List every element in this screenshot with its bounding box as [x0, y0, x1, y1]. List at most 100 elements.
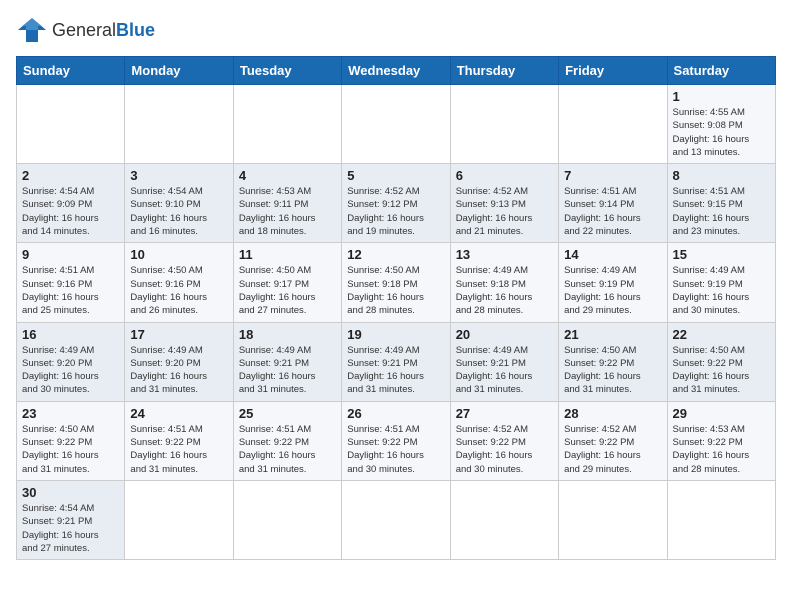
day-number: 8	[673, 168, 770, 183]
weekday-header-tuesday: Tuesday	[233, 57, 341, 85]
calendar-cell	[559, 480, 667, 559]
day-info: Sunrise: 4:52 AM Sunset: 9:12 PM Dayligh…	[347, 185, 444, 238]
calendar-row-3: 16 Sunrise: 4:49 AM Sunset: 9:20 PM Dayli…	[17, 322, 776, 401]
day-number: 12	[347, 247, 444, 262]
calendar-cell: 18 Sunrise: 4:49 AM Sunset: 9:21 PM Dayli…	[233, 322, 341, 401]
day-info: Sunrise: 4:49 AM Sunset: 9:20 PM Dayligh…	[22, 344, 119, 397]
calendar-cell	[342, 480, 450, 559]
day-number: 28	[564, 406, 661, 421]
day-number: 19	[347, 327, 444, 342]
calendar-cell: 17 Sunrise: 4:49 AM Sunset: 9:20 PM Dayli…	[125, 322, 233, 401]
calendar-cell	[667, 480, 775, 559]
day-info: Sunrise: 4:49 AM Sunset: 9:18 PM Dayligh…	[456, 264, 553, 317]
day-number: 5	[347, 168, 444, 183]
logo-text: GeneralBlue	[52, 20, 155, 41]
day-number: 14	[564, 247, 661, 262]
day-number: 13	[456, 247, 553, 262]
calendar-cell	[450, 85, 558, 164]
day-number: 21	[564, 327, 661, 342]
calendar-cell: 14 Sunrise: 4:49 AM Sunset: 9:19 PM Dayli…	[559, 243, 667, 322]
day-info: Sunrise: 4:51 AM Sunset: 9:15 PM Dayligh…	[673, 185, 770, 238]
day-number: 17	[130, 327, 227, 342]
day-number: 6	[456, 168, 553, 183]
calendar-cell	[17, 85, 125, 164]
calendar-cell: 29Sunrise: 4:53 AM Sunset: 9:22 PM Dayli…	[667, 401, 775, 480]
calendar-cell: 25 Sunrise: 4:51 AM Sunset: 9:22 PM Dayli…	[233, 401, 341, 480]
calendar-row-4: 23Sunrise: 4:50 AM Sunset: 9:22 PM Dayli…	[17, 401, 776, 480]
day-number: 3	[130, 168, 227, 183]
weekday-header-saturday: Saturday	[667, 57, 775, 85]
calendar-row-1: 2Sunrise: 4:54 AM Sunset: 9:09 PM Daylig…	[17, 164, 776, 243]
calendar-cell: 15Sunrise: 4:49 AM Sunset: 9:19 PM Dayli…	[667, 243, 775, 322]
day-info: Sunrise: 4:50 AM Sunset: 9:17 PM Dayligh…	[239, 264, 336, 317]
day-info: Sunrise: 4:49 AM Sunset: 9:21 PM Dayligh…	[239, 344, 336, 397]
weekday-header-monday: Monday	[125, 57, 233, 85]
day-info: Sunrise: 4:52 AM Sunset: 9:13 PM Dayligh…	[456, 185, 553, 238]
calendar-cell: 7 Sunrise: 4:51 AM Sunset: 9:14 PM Daylig…	[559, 164, 667, 243]
day-number: 4	[239, 168, 336, 183]
day-number: 9	[22, 247, 119, 262]
calendar-cell: 20 Sunrise: 4:49 AM Sunset: 9:21 PM Dayli…	[450, 322, 558, 401]
day-number: 26	[347, 406, 444, 421]
weekday-header-friday: Friday	[559, 57, 667, 85]
day-info: Sunrise: 4:50 AM Sunset: 9:22 PM Dayligh…	[564, 344, 661, 397]
calendar-cell: 4 Sunrise: 4:53 AM Sunset: 9:11 PM Daylig…	[233, 164, 341, 243]
calendar-cell: 5 Sunrise: 4:52 AM Sunset: 9:12 PM Daylig…	[342, 164, 450, 243]
calendar-cell: 10 Sunrise: 4:50 AM Sunset: 9:16 PM Dayli…	[125, 243, 233, 322]
day-info: Sunrise: 4:50 AM Sunset: 9:22 PM Dayligh…	[673, 344, 770, 397]
calendar-row-0: 1 Sunrise: 4:55 AM Sunset: 9:08 PM Daylig…	[17, 85, 776, 164]
day-info: Sunrise: 4:50 AM Sunset: 9:16 PM Dayligh…	[130, 264, 227, 317]
logo: GeneralBlue	[16, 16, 155, 44]
day-info: Sunrise: 4:54 AM Sunset: 9:09 PM Dayligh…	[22, 185, 119, 238]
day-number: 10	[130, 247, 227, 262]
day-info: Sunrise: 4:54 AM Sunset: 9:10 PM Dayligh…	[130, 185, 227, 238]
day-number: 22	[673, 327, 770, 342]
day-info: Sunrise: 4:51 AM Sunset: 9:22 PM Dayligh…	[239, 423, 336, 476]
day-info: Sunrise: 4:49 AM Sunset: 9:21 PM Dayligh…	[347, 344, 444, 397]
day-info: Sunrise: 4:51 AM Sunset: 9:22 PM Dayligh…	[347, 423, 444, 476]
calendar-cell: 26 Sunrise: 4:51 AM Sunset: 9:22 PM Dayli…	[342, 401, 450, 480]
weekday-header-sunday: Sunday	[17, 57, 125, 85]
calendar-cell: 6 Sunrise: 4:52 AM Sunset: 9:13 PM Daylig…	[450, 164, 558, 243]
calendar-cell: 12Sunrise: 4:50 AM Sunset: 9:18 PM Dayli…	[342, 243, 450, 322]
day-info: Sunrise: 4:53 AM Sunset: 9:22 PM Dayligh…	[673, 423, 770, 476]
calendar-row-2: 9 Sunrise: 4:51 AM Sunset: 9:16 PM Daylig…	[17, 243, 776, 322]
day-info: Sunrise: 4:49 AM Sunset: 9:19 PM Dayligh…	[564, 264, 661, 317]
calendar-cell: 21 Sunrise: 4:50 AM Sunset: 9:22 PM Dayli…	[559, 322, 667, 401]
day-info: Sunrise: 4:51 AM Sunset: 9:14 PM Dayligh…	[564, 185, 661, 238]
calendar-cell: 11 Sunrise: 4:50 AM Sunset: 9:17 PM Dayli…	[233, 243, 341, 322]
calendar-cell	[233, 480, 341, 559]
calendar-cell	[450, 480, 558, 559]
day-number: 18	[239, 327, 336, 342]
day-info: Sunrise: 4:54 AM Sunset: 9:21 PM Dayligh…	[22, 502, 119, 555]
day-number: 7	[564, 168, 661, 183]
calendar-cell	[233, 85, 341, 164]
day-number: 1	[673, 89, 770, 104]
day-number: 20	[456, 327, 553, 342]
logo-icon	[16, 16, 48, 44]
day-info: Sunrise: 4:52 AM Sunset: 9:22 PM Dayligh…	[456, 423, 553, 476]
day-info: Sunrise: 4:53 AM Sunset: 9:11 PM Dayligh…	[239, 185, 336, 238]
calendar-cell: 1 Sunrise: 4:55 AM Sunset: 9:08 PM Daylig…	[667, 85, 775, 164]
day-info: Sunrise: 4:55 AM Sunset: 9:08 PM Dayligh…	[673, 106, 770, 159]
day-number: 30	[22, 485, 119, 500]
calendar-cell: 13 Sunrise: 4:49 AM Sunset: 9:18 PM Dayli…	[450, 243, 558, 322]
calendar-cell	[342, 85, 450, 164]
day-number: 15	[673, 247, 770, 262]
calendar-cell: 9 Sunrise: 4:51 AM Sunset: 9:16 PM Daylig…	[17, 243, 125, 322]
day-info: Sunrise: 4:52 AM Sunset: 9:22 PM Dayligh…	[564, 423, 661, 476]
day-info: Sunrise: 4:51 AM Sunset: 9:16 PM Dayligh…	[22, 264, 119, 317]
calendar-cell: 8 Sunrise: 4:51 AM Sunset: 9:15 PM Daylig…	[667, 164, 775, 243]
calendar-cell: 3 Sunrise: 4:54 AM Sunset: 9:10 PM Daylig…	[125, 164, 233, 243]
day-number: 25	[239, 406, 336, 421]
day-number: 16	[22, 327, 119, 342]
calendar-cell: 2Sunrise: 4:54 AM Sunset: 9:09 PM Daylig…	[17, 164, 125, 243]
day-info: Sunrise: 4:49 AM Sunset: 9:21 PM Dayligh…	[456, 344, 553, 397]
calendar-cell	[125, 480, 233, 559]
calendar-cell: 27Sunrise: 4:52 AM Sunset: 9:22 PM Dayli…	[450, 401, 558, 480]
day-number: 11	[239, 247, 336, 262]
weekday-header-wednesday: Wednesday	[342, 57, 450, 85]
page-header: GeneralBlue	[16, 16, 776, 44]
day-info: Sunrise: 4:49 AM Sunset: 9:20 PM Dayligh…	[130, 344, 227, 397]
calendar-row-5: 30 Sunrise: 4:54 AM Sunset: 9:21 PM Dayli…	[17, 480, 776, 559]
